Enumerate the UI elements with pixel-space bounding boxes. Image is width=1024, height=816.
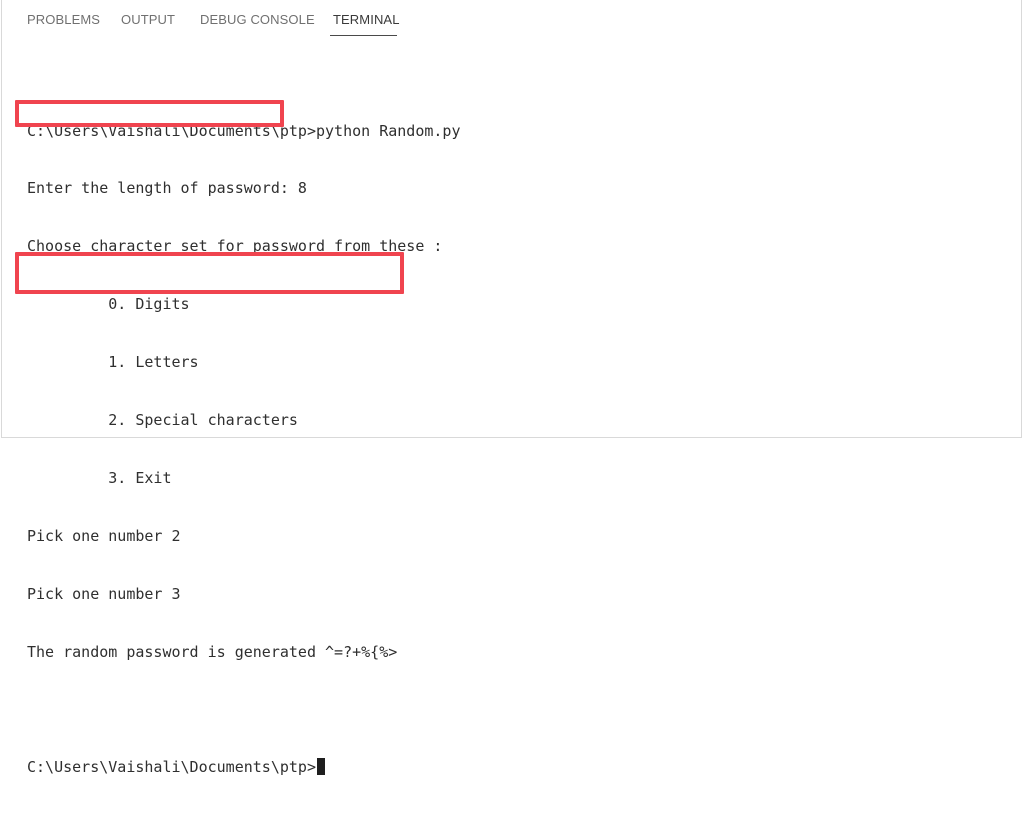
terminal-line: Pick one number 2 bbox=[27, 526, 181, 545]
tab-problems[interactable]: PROBLEMS bbox=[27, 12, 100, 27]
panel-tab-bar: PROBLEMS OUTPUT DEBUG CONSOLE TERMINAL bbox=[2, 0, 1021, 40]
terminal-line: Pick one number 3 bbox=[27, 584, 181, 603]
terminal-line: The random password is generated ^=?+%{%… bbox=[27, 642, 398, 661]
terminal-panel: PROBLEMS OUTPUT DEBUG CONSOLE TERMINAL C… bbox=[1, 0, 1022, 777]
terminal-prompt: C:\Users\Vaishali\Documents\ptp> bbox=[27, 758, 316, 777]
tab-debug-console[interactable]: DEBUG CONSOLE bbox=[200, 12, 315, 27]
tab-output[interactable]: OUTPUT bbox=[121, 12, 175, 27]
active-tab-indicator bbox=[330, 35, 397, 36]
tab-terminal[interactable]: TERMINAL bbox=[333, 12, 400, 27]
terminal-line: 3. Exit bbox=[27, 468, 172, 487]
terminal-line: Choose character set for password from t… bbox=[27, 237, 443, 256]
terminal-line: 0. Digits bbox=[27, 295, 190, 314]
terminal-line: C:\Users\Vaishali\Documents\ptp>python R… bbox=[27, 121, 461, 140]
terminal-prompt-line: C:\Users\Vaishali\Documents\ptp> bbox=[27, 758, 1007, 777]
terminal-line: 1. Letters bbox=[27, 353, 199, 372]
terminal-line: Enter the length of password: 8 bbox=[27, 179, 307, 198]
terminal-cursor bbox=[316, 758, 325, 776]
terminal-output[interactable]: C:\Users\Vaishali\Documents\ptp>python R… bbox=[27, 83, 1007, 777]
terminal-line: 2. Special characters bbox=[27, 411, 298, 430]
